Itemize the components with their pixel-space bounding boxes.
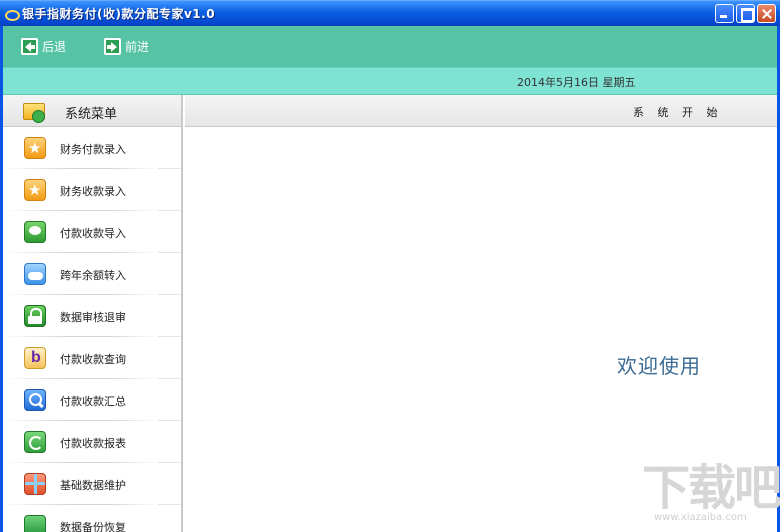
maximize-button[interactable] (736, 4, 755, 23)
share-icon (24, 515, 46, 532)
sidebar-item-label: 数据审核退审 (60, 311, 126, 324)
forward-arrow-icon (104, 38, 122, 55)
back-label: 后退 (42, 40, 67, 54)
sidebar-item-label: 财务收款录入 (60, 185, 126, 198)
cloud-icon (24, 263, 46, 285)
search-icon (24, 389, 46, 411)
info-bar: 2014年5月16日 星期五 (3, 67, 777, 95)
forward-button[interactable]: 前进 (104, 38, 149, 55)
sidebar-item-label: 基础数据维护 (60, 479, 126, 492)
star-icon (24, 179, 46, 201)
b-letter-icon (24, 347, 46, 369)
sidebar-item-base-data[interactable]: 基础数据维护 (3, 463, 181, 505)
app-icon (4, 7, 20, 21)
window-title: 银手指财务付(收)款分配专家v1.0 (22, 7, 216, 21)
refresh-icon (24, 431, 46, 453)
sidebar-item-label: 付款收款报表 (60, 437, 126, 450)
sidebar-item-label: 财务付款录入 (60, 143, 126, 156)
sidebar-header: 系统菜单 (3, 95, 181, 127)
sidebar-item-label: 数据备份恢复 (60, 521, 126, 532)
sidebar-item-query[interactable]: 付款收款查询 (3, 337, 181, 379)
watermark-text: 下载吧 (642, 460, 780, 516)
sidebar-item-label: 付款收款导入 (60, 227, 126, 240)
maximize-icon (737, 5, 754, 22)
toolbar: 后退 前进 (3, 26, 777, 67)
close-button[interactable] (757, 4, 776, 23)
star-icon (24, 137, 46, 159)
title-bar[interactable]: 银手指财务付(收)款分配专家v1.0 (0, 0, 780, 26)
close-icon (758, 5, 775, 22)
sidebar-item-balance-carryover[interactable]: 跨年余额转入 (3, 253, 181, 295)
watermark-url: www.xiazaiba.com (654, 512, 747, 523)
sidebar-title: 系统菜单 (65, 107, 118, 122)
sidebar-item-audit[interactable]: 数据审核退审 (3, 295, 181, 337)
sidebar-menu: 系统菜单 财务付款录入 财务收款录入 付款收款导入 跨年余额转入 数据审核退审 … (3, 95, 183, 532)
back-arrow-icon (21, 38, 38, 55)
welcome-text: 欢迎使用 (617, 354, 701, 378)
chat-bubble-icon (24, 221, 46, 243)
sidebar-item-label: 付款收款汇总 (60, 395, 126, 408)
current-date: 2014年5月16日 星期五 (517, 76, 636, 89)
window-controls (715, 4, 776, 23)
sidebar-item-payment-entry[interactable]: 财务付款录入 (3, 127, 181, 169)
sidebar-item-receipt-entry[interactable]: 财务收款录入 (3, 169, 181, 211)
back-button[interactable]: 后退 (21, 38, 66, 55)
main-tab-title: 系 统 开 始 (633, 106, 723, 119)
sidebar-item-label: 付款收款查询 (60, 353, 126, 366)
main-tab-header: 系 统 开 始 (185, 95, 777, 127)
minimize-icon (716, 5, 733, 22)
minimize-button[interactable] (715, 4, 734, 23)
sidebar-item-label: 跨年余额转入 (60, 269, 126, 282)
gift-icon (24, 473, 46, 495)
sidebar-item-report[interactable]: 付款收款报表 (3, 421, 181, 463)
sidebar-item-backup[interactable]: 数据备份恢复 (3, 505, 181, 532)
sidebar-item-summary[interactable]: 付款收款汇总 (3, 379, 181, 421)
forward-label: 前进 (125, 40, 150, 54)
lock-icon (24, 305, 46, 327)
watermark-logo: 下载吧 www.xiazaiba.com (640, 462, 780, 532)
sidebar-item-import[interactable]: 付款收款导入 (3, 211, 181, 253)
folder-icon (23, 100, 47, 123)
